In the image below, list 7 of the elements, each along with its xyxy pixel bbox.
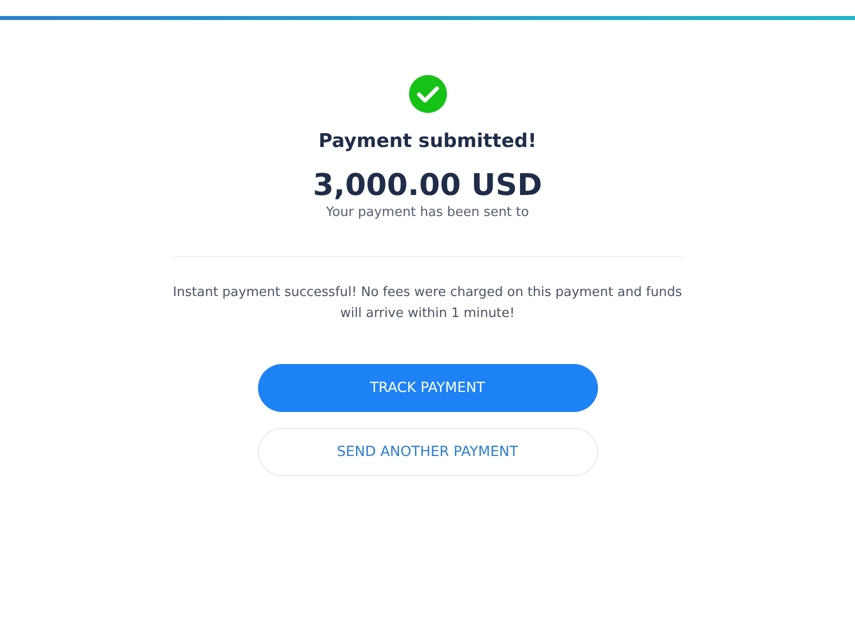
track-button[interactable]: TRACK PAYMENT [258,364,598,412]
send-again-button[interactable]: SEND ANOTHER PAYMENT [258,428,598,476]
notice-text: Instant payment successful! No fees were charged on this payment and funds will arrive within 1 minute! [172,284,684,323]
recipient-note: Your payment has been sent to [326,205,529,220]
status-title: Payment submitted! [318,130,536,152]
success-check-icon [408,74,448,114]
payment-amount: 3,000.00 USD [312,168,542,203]
